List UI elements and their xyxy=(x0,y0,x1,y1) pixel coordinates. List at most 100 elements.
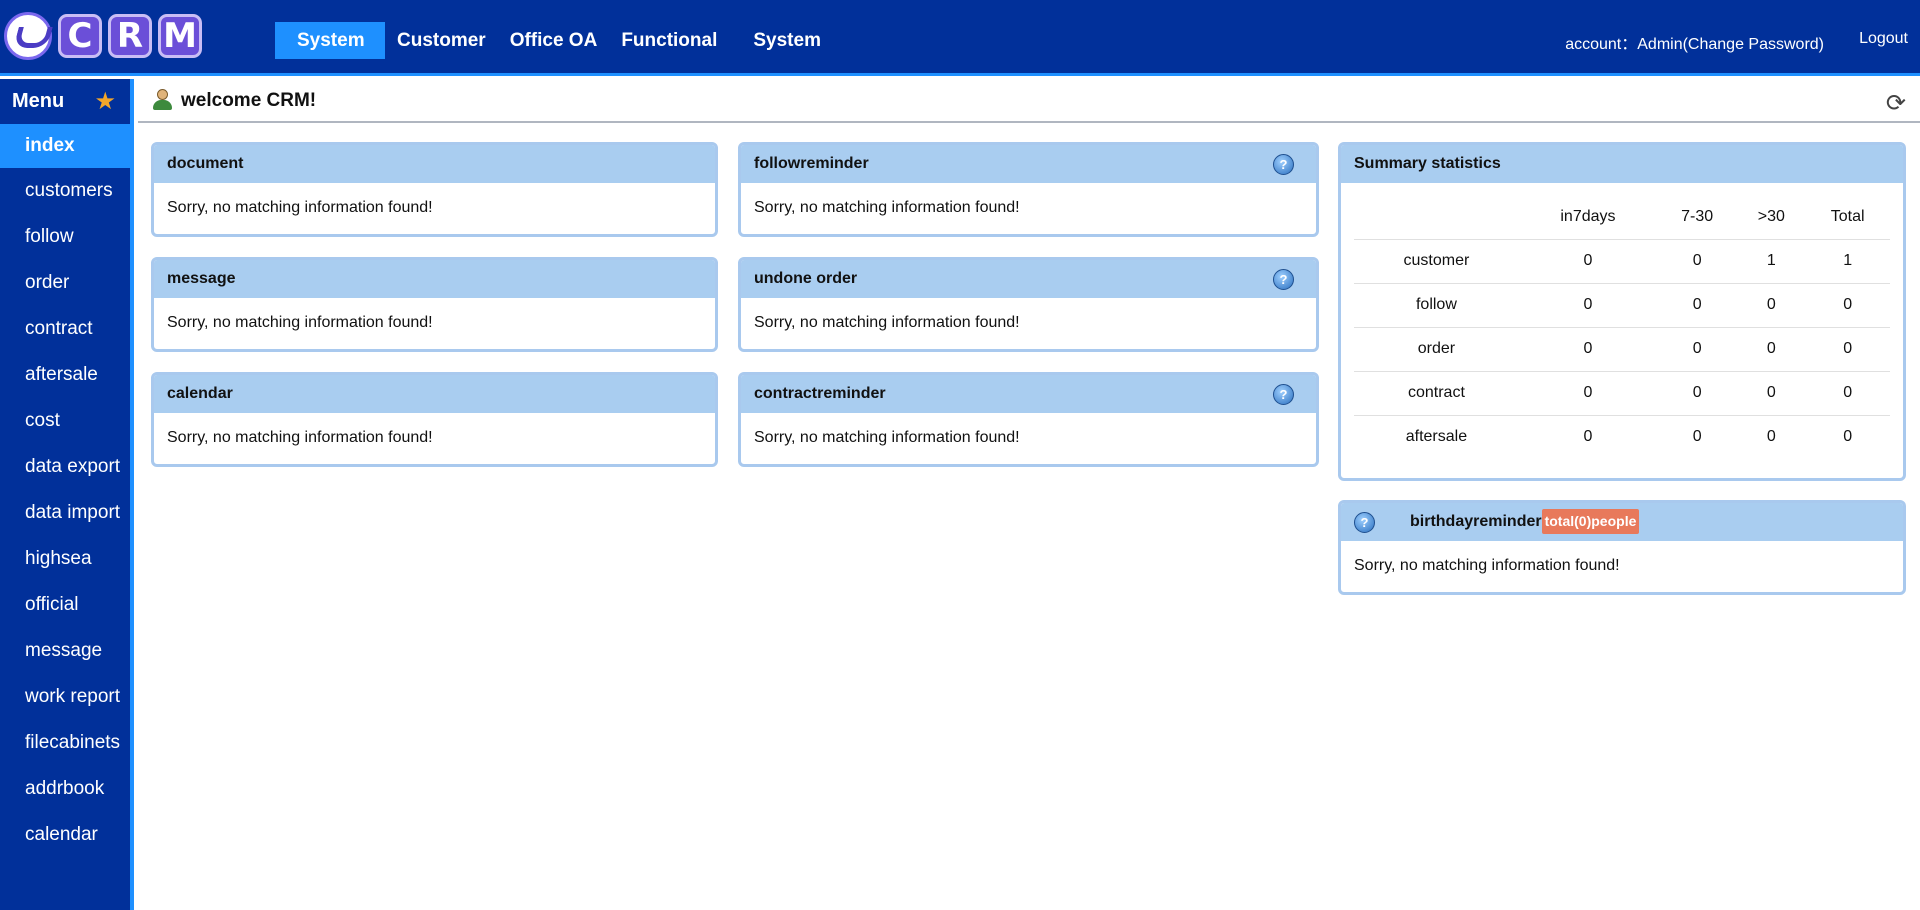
logout-link[interactable]: Logout xyxy=(1859,30,1908,48)
logo-mark-icon xyxy=(4,12,52,60)
message-empty-text: Sorry, no matching information found! xyxy=(167,314,433,331)
table-cell: follow xyxy=(1354,283,1519,328)
birthday-count-badge: total(0)people xyxy=(1541,509,1640,535)
table-cell: contract xyxy=(1354,371,1519,416)
nav-customer[interactable]: Customer xyxy=(385,22,498,59)
table-row: aftersale 0 0 0 0 xyxy=(1354,415,1890,459)
sidebar-item-work-report[interactable]: work report xyxy=(0,674,130,720)
calendar-panel: calendar Sorry, no matching information … xyxy=(151,372,718,467)
column-header: Total xyxy=(1805,195,1890,240)
sidebar-item-filecabinets[interactable]: filecabinets xyxy=(0,720,130,766)
sidebar-item-customers[interactable]: customers xyxy=(0,168,130,214)
sidebar-item-data-import[interactable]: data import xyxy=(0,490,130,536)
column-header xyxy=(1354,195,1519,240)
column-header: 7-30 xyxy=(1657,195,1738,240)
sidebar: Menu ★ index customers follow order cont… xyxy=(0,79,134,910)
table-cell: 0 xyxy=(1737,283,1806,328)
undone-order-panel-title: undone order xyxy=(754,270,858,287)
menu-title: Menu xyxy=(12,90,65,112)
calendar-panel-title: calendar xyxy=(154,375,715,413)
table-cell: 0 xyxy=(1518,239,1658,284)
document-panel: document Sorry, no matching information … xyxy=(151,142,718,237)
table-row: order 0 0 0 0 xyxy=(1354,327,1890,372)
table-cell: 0 xyxy=(1805,371,1890,416)
logo-letter-m: M xyxy=(158,14,202,58)
table-cell: 0 xyxy=(1518,283,1658,328)
followreminder-panel-title: followreminder xyxy=(754,155,869,172)
sidebar-item-aftersale[interactable]: aftersale xyxy=(0,352,130,398)
contractreminder-panel-title: contractreminder xyxy=(754,385,886,402)
nav-functional[interactable]: Functional xyxy=(609,22,729,59)
help-icon[interactable]: ? xyxy=(1354,512,1375,533)
sidebar-item-contract[interactable]: contract xyxy=(0,306,130,352)
table-row: follow 0 0 0 0 xyxy=(1354,283,1890,328)
followreminder-empty-text: Sorry, no matching information found! xyxy=(754,199,1020,216)
sidebar-item-addrbook[interactable]: addrbook xyxy=(0,766,130,812)
column-header: >30 xyxy=(1737,195,1806,240)
table-cell: 0 xyxy=(1766,428,1776,446)
table-cell: order xyxy=(1354,327,1519,372)
logo-letter-r: R xyxy=(108,14,152,58)
table-cell: aftersale xyxy=(1405,428,1468,446)
sidebar-item-data-export[interactable]: data export xyxy=(0,444,130,490)
table-cell: 0 xyxy=(1657,239,1738,284)
message-panel-title: message xyxy=(154,260,715,298)
column-header: in7days xyxy=(1518,195,1658,240)
table-cell: 0 xyxy=(1737,371,1806,416)
user-icon xyxy=(152,89,172,111)
table-cell: 0 xyxy=(1805,283,1890,328)
table-cell: customer xyxy=(1354,239,1519,284)
sidebar-item-follow[interactable]: follow xyxy=(0,214,130,260)
sidebar-item-highsea[interactable]: highsea xyxy=(0,536,130,582)
help-icon[interactable]: ? xyxy=(1273,154,1294,175)
table-cell: 0 xyxy=(1657,327,1738,372)
followreminder-panel: followreminder ? Sorry, no matching info… xyxy=(738,142,1319,237)
birthdayreminder-empty-text: Sorry, no matching information found! xyxy=(1354,557,1620,574)
sidebar-item-order[interactable]: order xyxy=(0,260,130,306)
sidebar-item-index[interactable]: index xyxy=(0,124,130,168)
document-panel-title: document xyxy=(154,145,715,183)
top-bar: C R M System Customer Office OA Function… xyxy=(0,0,1920,76)
main-nav: System Customer Office OA Functional Sys… xyxy=(275,22,833,59)
summary-statistics-title: Summary statistics xyxy=(1341,145,1903,183)
table-cell: 0 xyxy=(1692,428,1702,446)
table-cell: 1 xyxy=(1737,239,1806,284)
main-header: welcome CRM! ⟳ xyxy=(138,79,1920,123)
sidebar-item-cost[interactable]: cost xyxy=(0,398,130,444)
table-cell: 0 xyxy=(1518,327,1658,372)
nav-system-settings[interactable]: System xyxy=(741,22,833,59)
table-cell: 0 xyxy=(1583,428,1593,446)
sidebar-item-official[interactable]: official xyxy=(0,582,130,628)
calendar-empty-text: Sorry, no matching information found! xyxy=(167,429,433,446)
table-cell: 0 xyxy=(1805,327,1890,372)
nav-office-oa[interactable]: Office OA xyxy=(498,22,610,59)
summary-statistics-table: in7days 7-30 >30 Total customer 0 0 1 1 … xyxy=(1354,195,1890,459)
refresh-icon[interactable]: ⟳ xyxy=(1886,89,1906,118)
undone-order-panel: undone order ? Sorry, no matching inform… xyxy=(738,257,1319,352)
sidebar-item-calendar[interactable]: calendar xyxy=(0,812,130,858)
document-empty-text: Sorry, no matching information found! xyxy=(167,199,433,216)
star-icon[interactable]: ★ xyxy=(94,87,116,116)
crm-logo[interactable]: C R M xyxy=(4,12,202,60)
summary-statistics-panel: Summary statistics in7days 7-30 >30 Tota… xyxy=(1338,142,1906,481)
table-cell: 0 xyxy=(1737,327,1806,372)
message-panel: message Sorry, no matching information f… xyxy=(151,257,718,352)
help-icon[interactable]: ? xyxy=(1273,384,1294,405)
table-row: customer 0 0 1 1 xyxy=(1354,239,1890,284)
undone-order-empty-text: Sorry, no matching information found! xyxy=(754,314,1020,331)
help-icon[interactable]: ? xyxy=(1273,269,1294,290)
table-cell: 0 xyxy=(1657,371,1738,416)
menu-header: Menu ★ xyxy=(0,79,130,124)
account-change-password-link[interactable]: account：Admin(Change Password) xyxy=(1565,30,1824,54)
table-cell: 0 xyxy=(1843,428,1853,446)
sidebar-item-message[interactable]: message xyxy=(0,628,130,674)
contractreminder-panel: contractreminder ? Sorry, no matching in… xyxy=(738,372,1319,467)
logo-letter-c: C xyxy=(58,14,102,58)
table-cell: 1 xyxy=(1805,239,1890,284)
birthdayreminder-panel: ? birthdayreminder total(0)people Sorry, … xyxy=(1338,500,1906,595)
welcome-title: welcome CRM! xyxy=(181,90,317,111)
table-cell: 0 xyxy=(1657,283,1738,328)
table-row: contract 0 0 0 0 xyxy=(1354,371,1890,416)
contractreminder-empty-text: Sorry, no matching information found! xyxy=(754,429,1020,446)
nav-system[interactable]: System xyxy=(275,22,385,59)
